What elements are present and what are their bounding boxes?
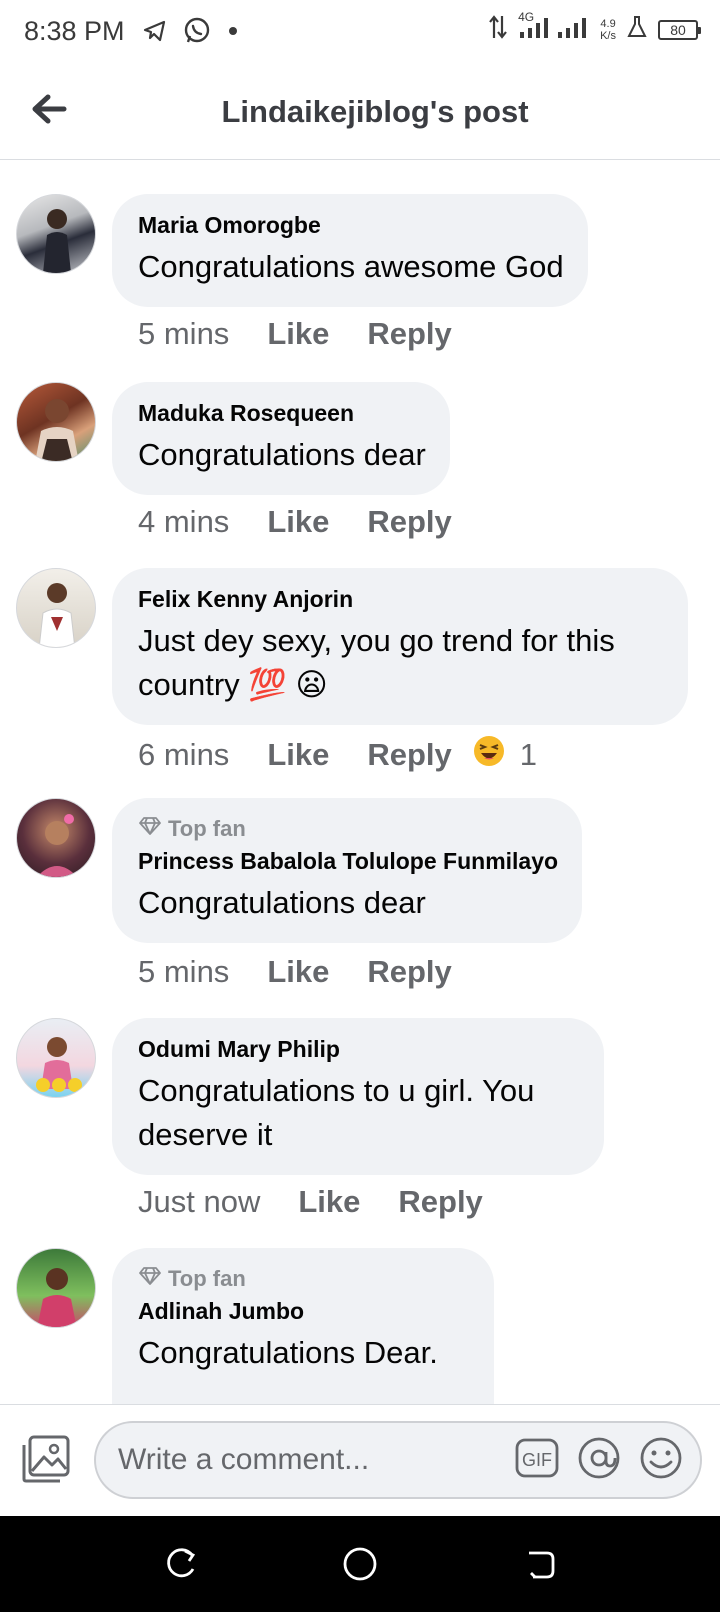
comment-bubble[interactable]: Top fan Princess Babalola Tolulope Funmi… xyxy=(112,798,583,943)
avatar[interactable] xyxy=(16,194,96,274)
comment-actions: 4 mins Like Reply xyxy=(138,504,490,540)
comment-bubble[interactable]: Top fan Adlinah Jumbo Congratulations De… xyxy=(112,1248,494,1404)
network-type: 4G xyxy=(518,10,535,24)
notification-dot-icon xyxy=(226,24,240,43)
recents-icon xyxy=(163,1547,197,1586)
comment-text: Just dey sexy, you go trend for this cou… xyxy=(138,623,615,702)
comment-author[interactable]: Maria Omorogbe xyxy=(138,212,564,239)
avatar[interactable] xyxy=(16,1018,96,1098)
page-title: Lindaikejiblog's post xyxy=(221,94,529,129)
lab-icon xyxy=(626,15,648,44)
comment-time[interactable]: 4 mins xyxy=(138,504,229,540)
reply-button[interactable]: Reply xyxy=(398,1184,482,1220)
telegram-icon xyxy=(142,18,168,49)
emoji-icon xyxy=(639,1436,683,1485)
comment-time[interactable]: 5 mins xyxy=(138,316,229,352)
comment-actions: Just now Like Reply xyxy=(138,1184,521,1220)
comment-time[interactable]: Just now xyxy=(138,1184,260,1220)
comment-text: Congratulations dear xyxy=(138,885,426,920)
reaction-count: 1 xyxy=(519,737,538,772)
back-nav-button[interactable] xyxy=(520,1546,560,1586)
top-fan-label: Top fan xyxy=(168,1266,246,1291)
like-button[interactable]: Like xyxy=(267,954,329,990)
top-fan-label: Top fan xyxy=(168,816,246,841)
mention-button[interactable] xyxy=(576,1437,622,1483)
comment-actions: 6 mins Like Reply 1 xyxy=(138,734,537,776)
comment-text: Congratulations awesome God xyxy=(138,249,564,284)
comment-bubble[interactable]: Felix Kenny Anjorin Just dey sexy, you g… xyxy=(112,568,688,725)
system-nav-bar xyxy=(0,1516,720,1612)
recents-button[interactable] xyxy=(160,1546,200,1586)
comment-actions: 5 mins Like Reply xyxy=(138,954,490,990)
status-time: 8:38 PM xyxy=(24,16,125,46)
top-fan-badge[interactable]: Top fan xyxy=(138,816,558,842)
reply-button[interactable]: Reply xyxy=(367,737,451,773)
comments-list[interactable]: Maria Omorogbe Congratulations awesome G… xyxy=(0,160,720,1404)
reply-button[interactable]: Reply xyxy=(367,954,451,990)
whatsapp-icon xyxy=(182,16,212,51)
like-button[interactable]: Like xyxy=(298,1184,360,1220)
back-icon xyxy=(523,1547,557,1586)
comment-bubble[interactable]: Maduka Rosequeen Congratulations dear xyxy=(112,382,450,495)
avatar[interactable] xyxy=(16,568,96,648)
comment-input[interactable]: Write a comment... GIF xyxy=(94,1421,702,1499)
comment-author[interactable]: Odumi Mary Philip xyxy=(138,1036,580,1063)
top-fan-badge[interactable]: Top fan xyxy=(138,1266,470,1292)
comment-text: Congratulations to u girl. You deserve i… xyxy=(138,1073,535,1152)
gif-icon: GIF xyxy=(515,1438,559,1483)
comment-bubble[interactable]: Odumi Mary Philip Congratulations to u g… xyxy=(112,1018,604,1175)
status-right-icons: 4G 4.9 K/s 80 xyxy=(488,10,701,45)
emoji-button[interactable] xyxy=(638,1437,684,1483)
comment-bubble[interactable]: Maria Omorogbe Congratulations awesome G… xyxy=(112,194,588,307)
header: Lindaikejiblog's post xyxy=(0,64,720,160)
comment-author[interactable]: Adlinah Jumbo xyxy=(138,1298,470,1325)
comment-composer: Write a comment... GIF xyxy=(0,1404,720,1516)
reply-button[interactable]: Reply xyxy=(367,316,451,352)
comment-actions: 5 mins Like Reply xyxy=(138,316,490,352)
diamond-icon xyxy=(138,1266,162,1292)
home-button[interactable] xyxy=(340,1546,380,1586)
signal-icon: 4G xyxy=(518,10,590,45)
comment-time[interactable]: 5 mins xyxy=(138,954,229,990)
avatar[interactable] xyxy=(16,382,96,462)
comment-author[interactable]: Felix Kenny Anjorin xyxy=(138,586,664,613)
like-button[interactable]: Like xyxy=(267,504,329,540)
battery-icon: 80 xyxy=(658,19,701,40)
mention-icon xyxy=(577,1436,621,1485)
comment-author[interactable]: Princess Babalola Tolulope Funmilayo xyxy=(138,848,558,875)
laughing-emoji-icon xyxy=(472,734,506,776)
like-button[interactable]: Like xyxy=(267,316,329,352)
like-button[interactable]: Like xyxy=(267,737,329,773)
composer-icons: GIF xyxy=(514,1437,684,1483)
net-speed: 4.9 K/s xyxy=(600,18,616,42)
avatar[interactable] xyxy=(16,798,96,878)
photo-icon xyxy=(18,1435,74,1491)
status-bar: 8:38 PM 4G 4.9 K/s 80 xyxy=(0,0,720,64)
data-arrows-icon xyxy=(488,14,508,45)
comment-placeholder: Write a comment... xyxy=(118,1443,370,1476)
home-icon xyxy=(341,1545,379,1588)
diamond-icon xyxy=(138,816,162,842)
net-speed-value: 4.9 xyxy=(600,17,616,30)
comment-author[interactable]: Maduka Rosequeen xyxy=(138,400,426,427)
comment-text: Congratulations dear xyxy=(138,437,426,472)
comment-text: Congratulations Dear. xyxy=(138,1335,438,1370)
status-left-icons xyxy=(142,16,240,51)
gif-button[interactable]: GIF xyxy=(514,1437,560,1483)
avatar[interactable] xyxy=(16,1248,96,1328)
reaction-summary[interactable]: 1 xyxy=(472,734,537,776)
photo-button[interactable] xyxy=(18,1431,74,1487)
svg-text:GIF: GIF xyxy=(522,1450,552,1470)
net-speed-unit: K/s xyxy=(600,29,616,42)
reply-button[interactable]: Reply xyxy=(367,504,451,540)
comment-time[interactable]: 6 mins xyxy=(138,737,229,773)
